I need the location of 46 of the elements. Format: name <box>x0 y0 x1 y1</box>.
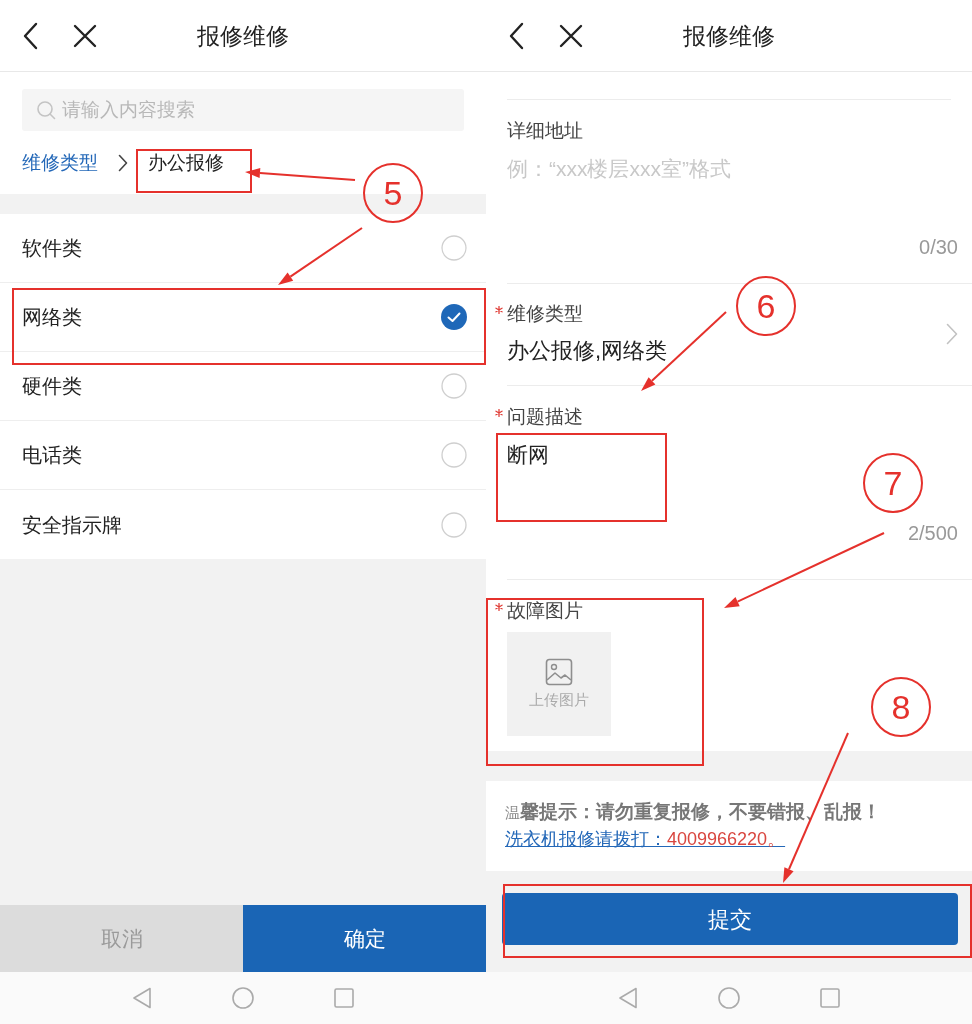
option-row[interactable]: 硬件类 <box>0 352 486 421</box>
nav-home-icon[interactable] <box>232 987 254 1009</box>
submit-button[interactable]: 提交 <box>502 893 958 945</box>
nav-recents-icon[interactable] <box>334 988 354 1008</box>
field-label: 详细地址 <box>507 119 583 143</box>
option-row[interactable]: 安全指示牌 <box>0 490 486 559</box>
option-row[interactable]: 网络类 <box>0 283 486 352</box>
confirm-button[interactable]: 确定 <box>243 905 486 972</box>
chevron-right-icon <box>118 153 128 172</box>
step-number: 7 <box>863 453 923 513</box>
field-label: 故障图片 <box>507 599 583 623</box>
nav-back-icon[interactable] <box>618 987 638 1009</box>
phone-link[interactable]: 4009966220。 <box>667 826 786 852</box>
search-icon <box>36 100 56 120</box>
char-counter: 2/500 <box>907 521 958 545</box>
step-number: 5 <box>363 163 423 223</box>
nav-recents-icon[interactable] <box>820 988 840 1008</box>
radio-button[interactable] <box>441 442 467 468</box>
page-title: 报修维修 <box>683 21 775 51</box>
step-number: 8 <box>871 677 931 737</box>
option-label: 电话类 <box>22 443 82 468</box>
field-label: 维修类型 <box>507 302 583 326</box>
description-field[interactable]: 断网 <box>507 441 837 511</box>
char-counter: 0/30 <box>919 235 958 259</box>
option-row[interactable]: 电话类 <box>0 421 486 490</box>
select-field[interactable]: 办公报修,网络类 <box>507 337 668 365</box>
chevron-right-icon[interactable] <box>946 322 958 345</box>
option-label: 安全指示牌 <box>22 512 122 538</box>
option-label: 网络类 <box>22 305 82 330</box>
radio-button[interactable] <box>441 235 467 261</box>
radio-button[interactable] <box>441 304 467 330</box>
radio-button[interactable] <box>441 511 467 538</box>
breadcrumb-item[interactable]: 办公报修 <box>148 149 224 176</box>
nav-home-icon[interactable] <box>718 987 740 1009</box>
close-icon[interactable] <box>559 23 583 48</box>
nav-back-icon[interactable] <box>132 987 152 1009</box>
page-title: 报修维修 <box>197 21 289 51</box>
option-row[interactable]: 软件类 <box>0 214 486 283</box>
option-label: 软件类 <box>22 236 82 261</box>
close-icon[interactable] <box>73 23 97 48</box>
breadcrumb-item[interactable]: 维修类型 <box>22 149 98 176</box>
field-label: 问题描述 <box>507 405 583 429</box>
radio-button[interactable] <box>441 373 467 399</box>
option-label: 硬件类 <box>22 374 82 399</box>
step-number: 6 <box>736 276 796 336</box>
image-icon <box>545 658 573 686</box>
